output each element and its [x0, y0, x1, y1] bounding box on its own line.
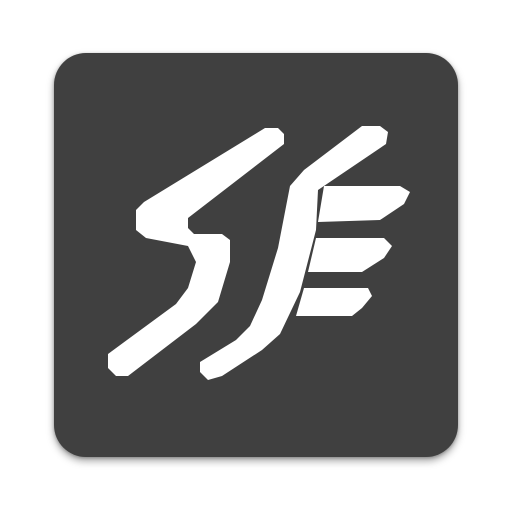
logo-middle-bar — [308, 238, 392, 272]
app-icon-stage — [0, 0, 512, 512]
logo-lower-bar — [296, 288, 372, 316]
logo-upper-bar — [318, 186, 410, 222]
logo-mark-icon — [108, 126, 410, 380]
